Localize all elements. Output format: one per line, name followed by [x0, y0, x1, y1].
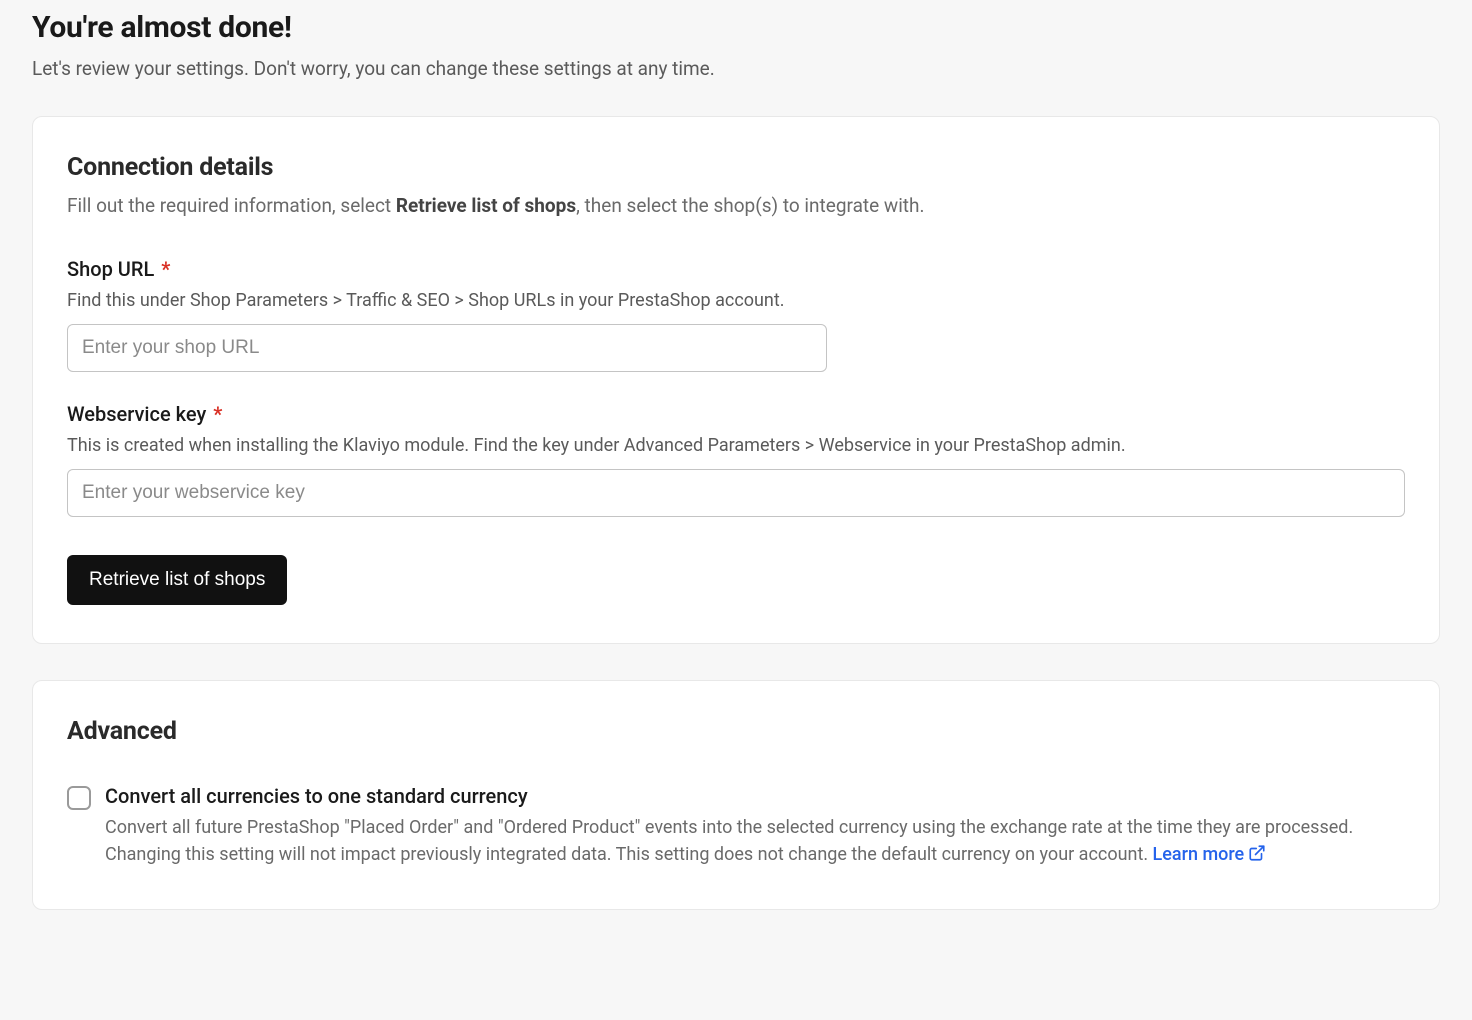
shop-url-field: Shop URL * Find this under Shop Paramete…	[67, 257, 1405, 372]
learn-more-link[interactable]: Learn more	[1153, 844, 1267, 865]
shop-url-help: Find this under Shop Parameters > Traffi…	[67, 287, 1405, 314]
required-indicator: *	[213, 402, 222, 426]
page-title: You're almost done!	[32, 10, 1440, 45]
currency-checkbox-label: Convert all currencies to one standard c…	[105, 784, 1405, 808]
shop-url-label-text: Shop URL	[67, 257, 154, 281]
webservice-key-input[interactable]	[67, 469, 1405, 517]
webservice-key-help: This is created when installing the Klav…	[67, 432, 1405, 459]
retrieve-shops-button[interactable]: Retrieve list of shops	[67, 555, 287, 605]
webservice-key-field: Webservice key * This is created when in…	[67, 402, 1405, 517]
webservice-key-label: Webservice key *	[67, 402, 1405, 426]
connection-details-description: Fill out the required information, selec…	[67, 192, 1405, 221]
learn-more-label: Learn more	[1153, 844, 1245, 865]
external-link-icon	[1248, 843, 1266, 871]
connection-details-title: Connection details	[67, 153, 1405, 182]
shop-url-input[interactable]	[67, 324, 827, 372]
currency-checkbox[interactable]	[67, 786, 91, 810]
currency-checkbox-row: Convert all currencies to one standard c…	[67, 784, 1405, 872]
page-subtitle: Let's review your settings. Don't worry,…	[32, 57, 1440, 80]
shop-url-label: Shop URL *	[67, 257, 1405, 281]
connection-desc-suffix: , then select the shop(s) to integrate w…	[576, 194, 924, 217]
currency-checkbox-description: Convert all future PrestaShop "Placed Or…	[105, 814, 1405, 872]
connection-desc-bold: Retrieve list of shops	[396, 194, 576, 217]
connection-details-card: Connection details Fill out the required…	[32, 116, 1440, 644]
advanced-title: Advanced	[67, 717, 1405, 746]
currency-checkbox-content: Convert all currencies to one standard c…	[105, 784, 1405, 872]
required-indicator: *	[161, 257, 170, 281]
advanced-card: Advanced Convert all currencies to one s…	[32, 680, 1440, 911]
connection-desc-prefix: Fill out the required information, selec…	[67, 194, 396, 217]
webservice-key-label-text: Webservice key	[67, 402, 206, 426]
